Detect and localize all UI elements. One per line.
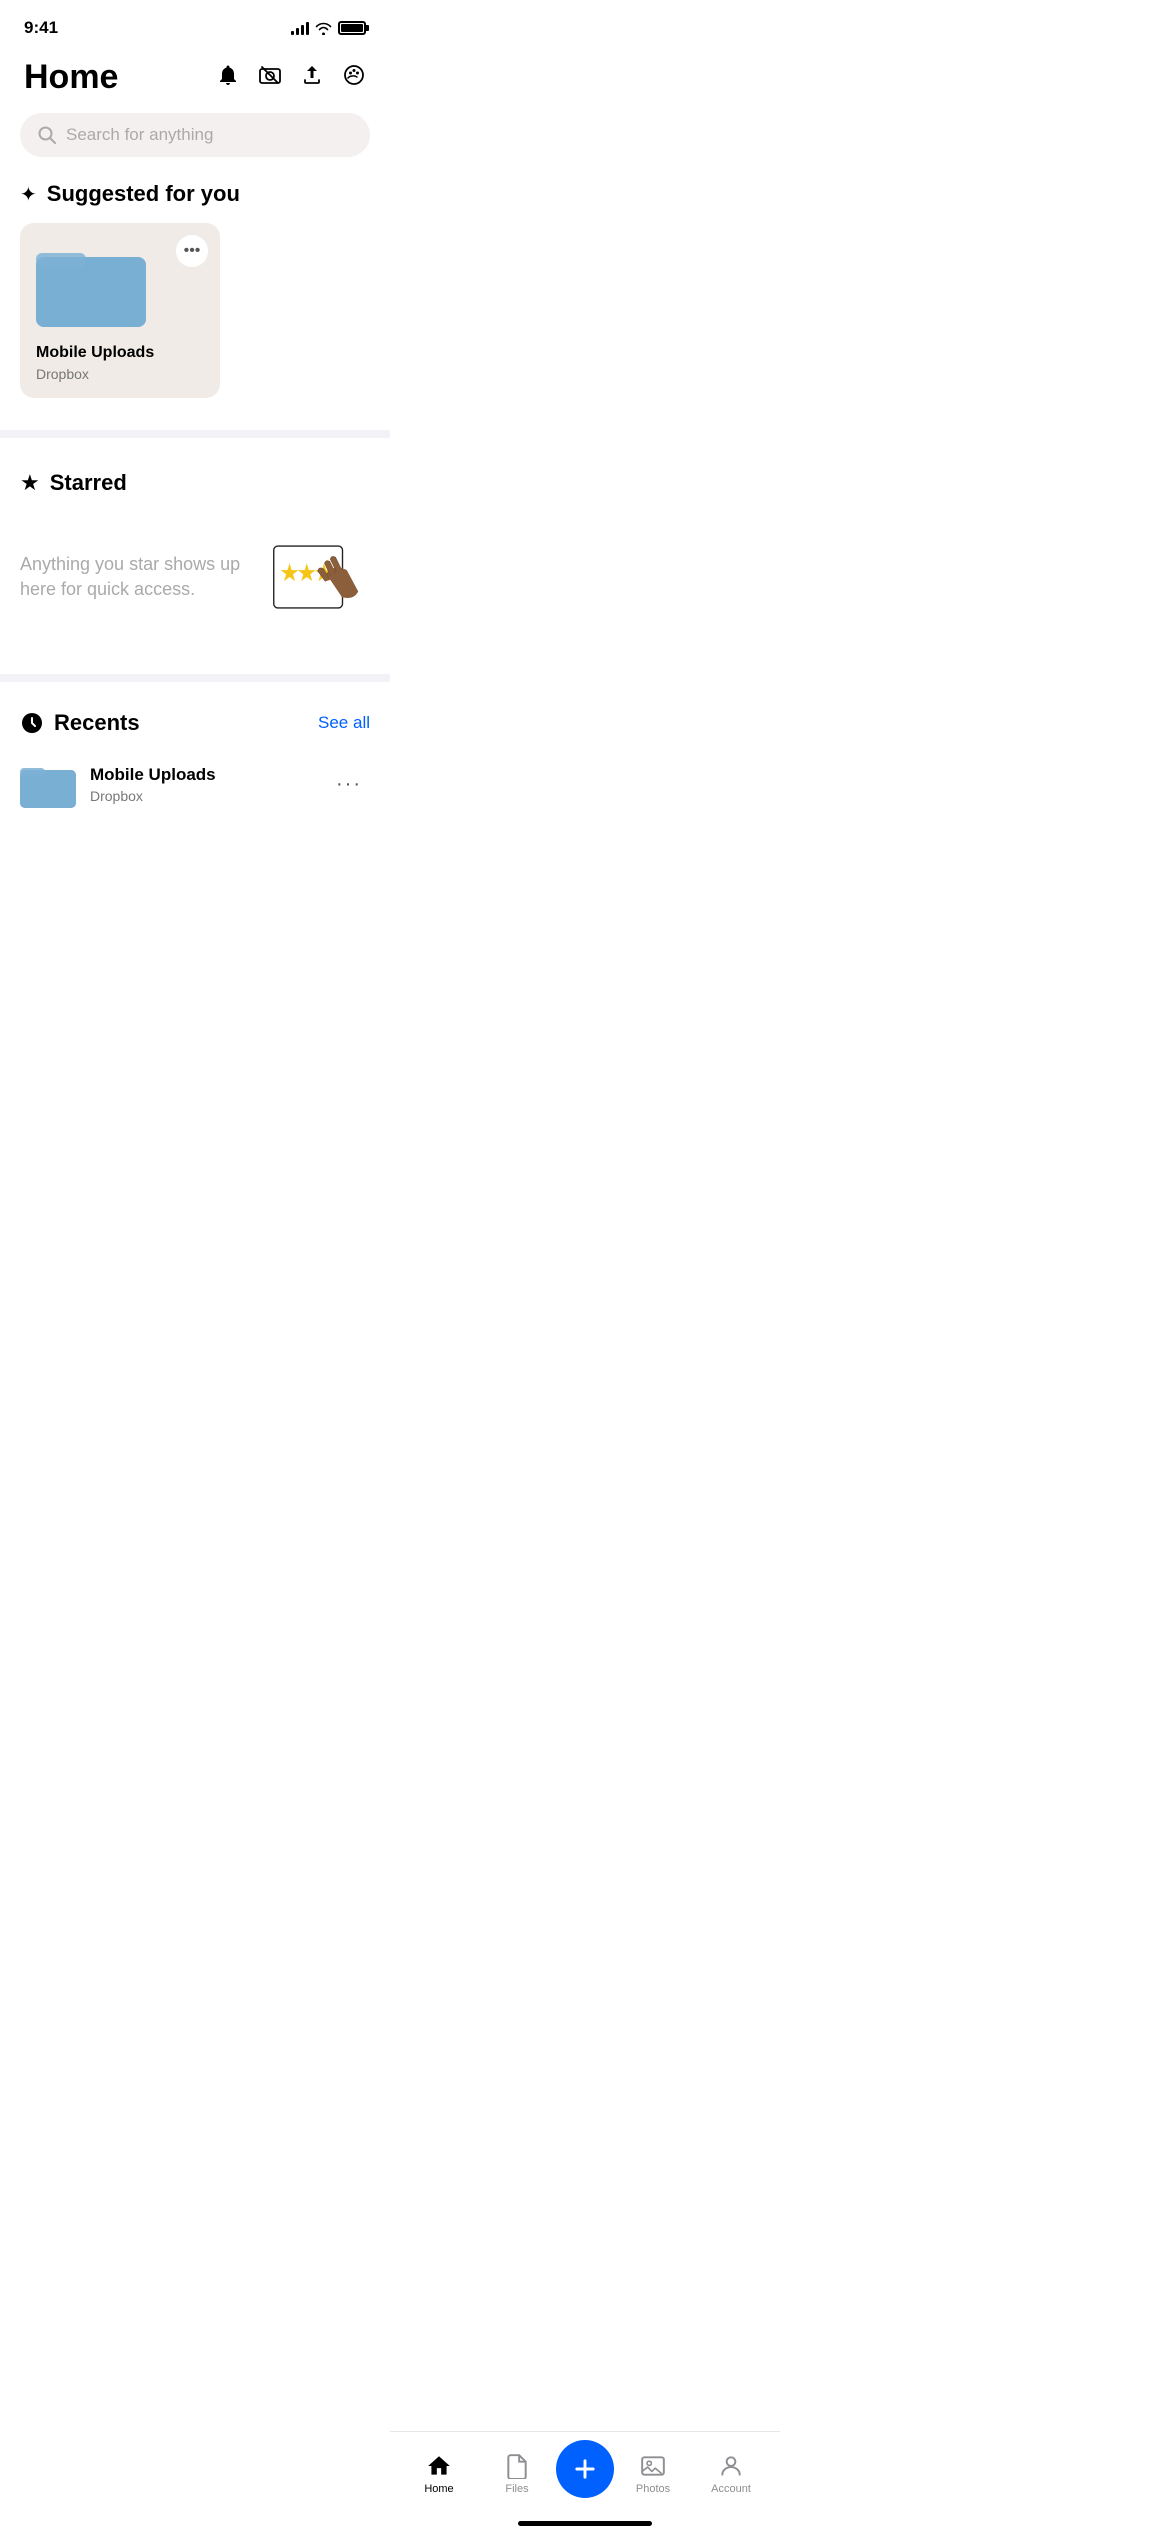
suggested-title: ✦ Suggested for you (20, 181, 370, 207)
starred-illustration (260, 512, 370, 642)
search-bar[interactable]: Search for anything (20, 113, 370, 157)
home-indicator (518, 2521, 652, 2526)
signal-bars-icon (291, 21, 309, 35)
recents-header: Recents See all (0, 690, 390, 748)
card-name: Mobile Uploads (36, 344, 204, 362)
sparkle-icon: ✦ (20, 182, 37, 207)
recent-item-name: Mobile Uploads (90, 765, 314, 785)
notifications-icon[interactable] (216, 63, 240, 93)
divider-2 (0, 674, 390, 682)
status-bar: 9:41 (0, 0, 390, 50)
suggested-title-text: Suggested for you (47, 181, 240, 207)
tab-photos[interactable]: Photos (614, 2453, 692, 2495)
palette-icon[interactable] (342, 63, 366, 93)
header-actions (216, 63, 366, 93)
files-icon (504, 2453, 530, 2479)
starred-title-text: Starred (50, 470, 127, 496)
starred-title: ★ Starred (20, 470, 370, 496)
card-source: Dropbox (36, 366, 204, 382)
tab-account[interactable]: Account (692, 2453, 770, 2495)
camera-off-icon[interactable] (258, 63, 282, 93)
status-icons (291, 21, 366, 35)
folder-icon-large (36, 239, 146, 327)
header: Home (0, 50, 390, 113)
search-placeholder: Search for anything (66, 125, 352, 145)
tab-files[interactable]: Files (478, 2453, 556, 2495)
starred-section: ★ Starred Anything you star shows up her… (0, 446, 390, 666)
tab-home-label: Home (424, 2483, 453, 2495)
recent-item-menu-button[interactable]: ··· (328, 765, 370, 804)
wifi-icon (315, 22, 332, 35)
recent-item-info: Mobile Uploads Dropbox (90, 765, 314, 804)
card-menu-button[interactable]: ••• (176, 235, 208, 267)
clock-icon (20, 711, 44, 735)
account-icon (718, 2453, 744, 2479)
recents-title-text: Recents (54, 710, 140, 736)
tab-files-label: Files (505, 2483, 528, 2495)
recents-section: Recents See all Mobile Uploads Dropbox ·… (0, 690, 390, 820)
starred-description: Anything you star shows up here for quic… (20, 552, 260, 602)
star-icon: ★ (20, 470, 40, 496)
divider-1 (0, 430, 390, 438)
home-icon (426, 2453, 452, 2479)
battery-icon (338, 21, 366, 35)
upload-icon[interactable] (300, 63, 324, 93)
photos-icon (640, 2453, 666, 2479)
tab-home[interactable]: Home (400, 2453, 478, 2495)
tab-photos-label: Photos (636, 2483, 670, 2495)
tab-account-label: Account (711, 2483, 751, 2495)
see-all-button[interactable]: See all (318, 713, 370, 733)
recent-item-source: Dropbox (90, 788, 314, 804)
recents-title-wrapper: Recents (20, 710, 140, 736)
recent-folder-icon (20, 760, 76, 808)
starred-content: Anything you star shows up here for quic… (20, 512, 370, 642)
search-icon (38, 126, 56, 144)
plus-icon (571, 2455, 599, 2483)
suggested-card[interactable]: ••• Mobile Uploads Dropbox (20, 223, 220, 398)
status-time: 9:41 (24, 18, 58, 38)
tab-bar: Home Files Photos Account (390, 2431, 780, 2532)
tab-add[interactable] (556, 2440, 614, 2508)
recent-item[interactable]: Mobile Uploads Dropbox ··· (0, 748, 390, 820)
add-button[interactable] (556, 2440, 614, 2498)
suggested-section: ✦ Suggested for you ••• Mobile Uploads D… (0, 181, 390, 422)
page-title: Home (24, 58, 118, 97)
